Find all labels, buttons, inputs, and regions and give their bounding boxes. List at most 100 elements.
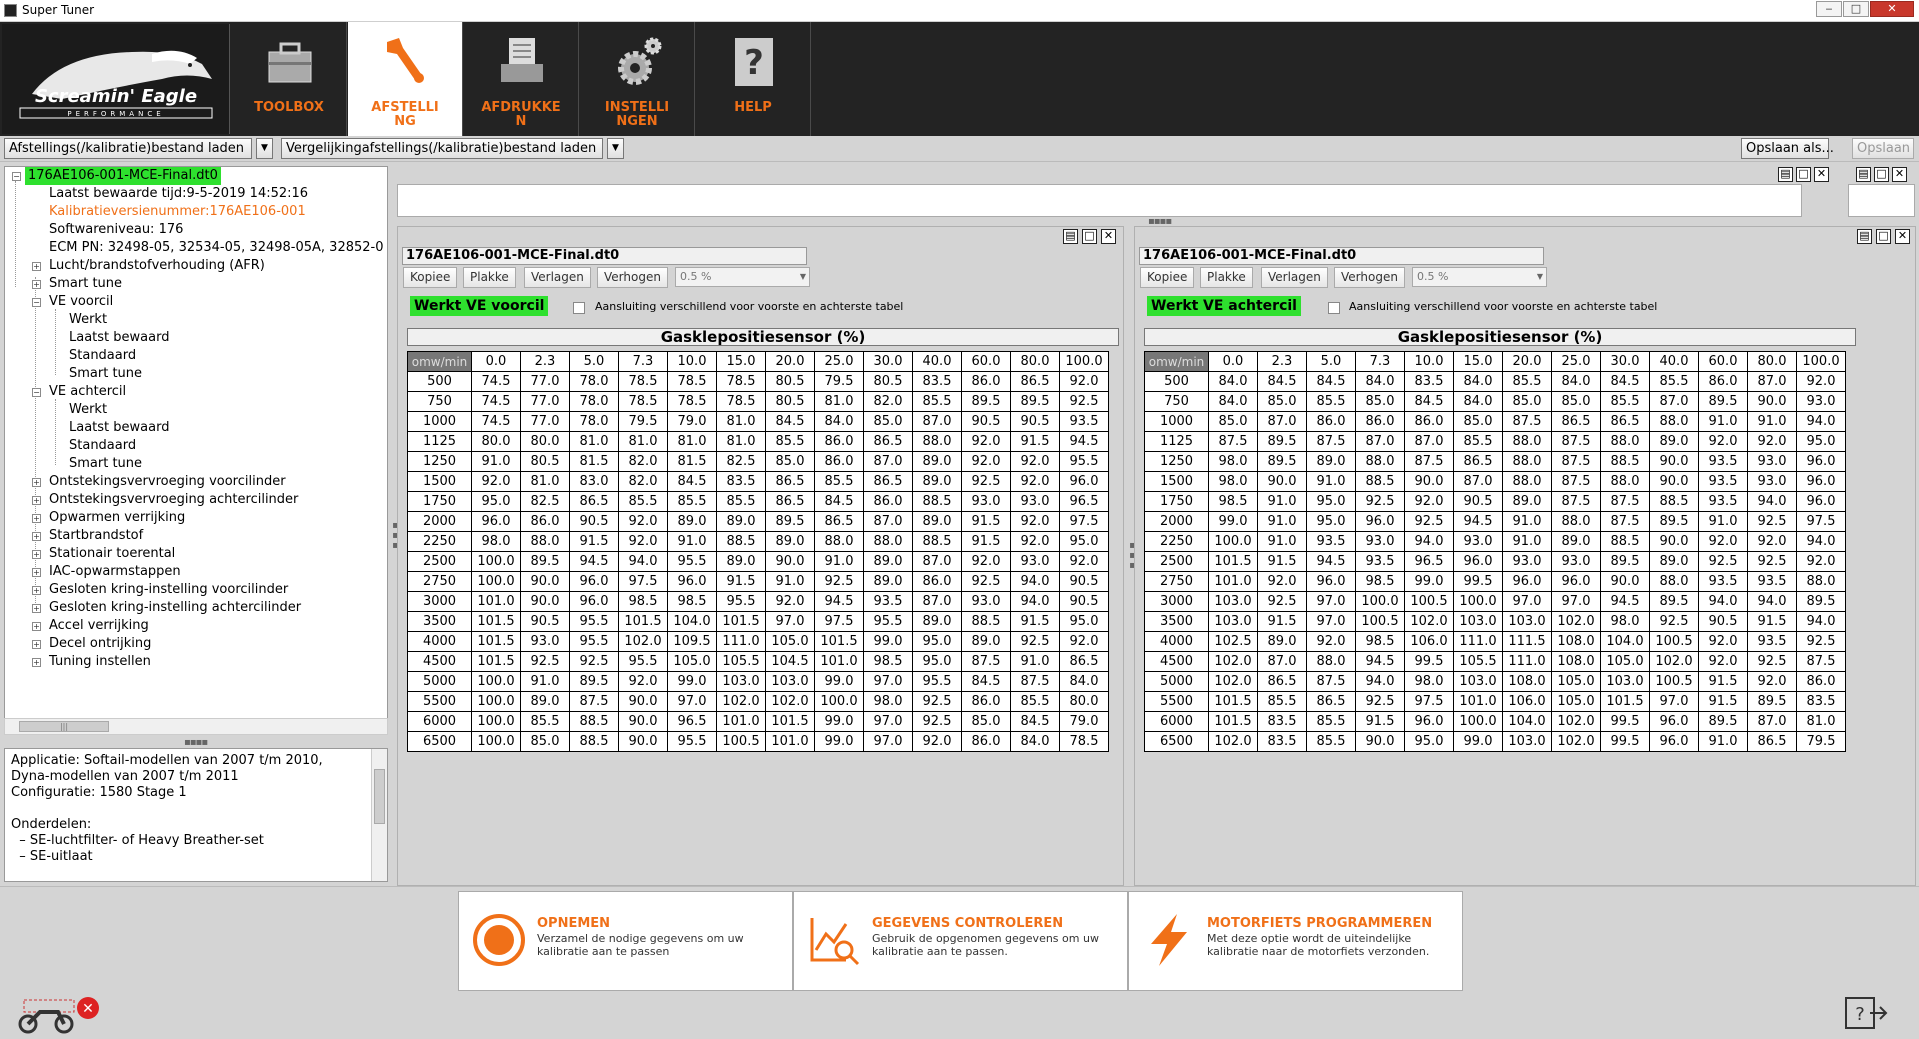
ve-cell[interactable]: 92.0 (1010, 531, 1060, 552)
ve-cell[interactable]: 92.5 (814, 571, 864, 592)
ve-cell[interactable]: 96.0 (1453, 551, 1503, 572)
ve-cell[interactable]: 90.5 (1698, 611, 1748, 632)
ve-cell[interactable]: 99.0 (667, 671, 717, 692)
ve-cell[interactable]: 93.5 (1355, 551, 1405, 572)
ve-cell[interactable]: 91.5 (1010, 611, 1060, 632)
tree-node-tuning-settings[interactable]: Tuning instellen (49, 653, 151, 671)
ve-cell[interactable]: 100.5 (1355, 611, 1405, 632)
ve-cell[interactable]: 90.0 (1747, 391, 1797, 412)
ve-cell[interactable]: 90.5 (1059, 571, 1109, 592)
ve-cell[interactable]: 87.5 (1404, 451, 1454, 472)
ve-cell[interactable]: 74.5 (471, 371, 521, 392)
tree-expand-decel[interactable]: + (32, 640, 41, 649)
ve-cell[interactable]: 88.0 (1649, 411, 1699, 432)
tree-node-closed-loop-rear[interactable]: Gesloten kring-instelling achtercilinder (49, 599, 301, 617)
ve-cell[interactable]: 91.0 (1257, 511, 1307, 532)
ve-cell[interactable]: 89.0 (912, 471, 962, 492)
ve-cell[interactable]: 97.0 (1649, 691, 1699, 712)
ve-cell[interactable]: 87.0 (912, 411, 962, 432)
ve-cell[interactable]: 88.5 (1600, 451, 1650, 472)
ve-cell[interactable]: 91.0 (1010, 651, 1060, 672)
tree-expand-ignition-front[interactable]: + (32, 478, 41, 487)
ve-cell[interactable]: 100.0 (1208, 531, 1258, 552)
ve-front-paste-button[interactable]: Plakke (463, 267, 516, 288)
ve-cell[interactable]: 105.5 (716, 651, 766, 672)
ve-cell[interactable]: 96.0 (471, 511, 521, 532)
ve-cell[interactable]: 81.5 (667, 451, 717, 472)
tree-root-collapse[interactable]: − (12, 172, 21, 181)
ve-cell[interactable]: 93.0 (1747, 471, 1797, 492)
ve-cell[interactable]: 111.0 (1453, 631, 1503, 652)
ve-cell[interactable]: 92.0 (1257, 571, 1307, 592)
ve-cell[interactable]: 94.0 (1796, 531, 1846, 552)
ve-cell[interactable]: 88.5 (569, 731, 619, 752)
ve-cell[interactable]: 85.5 (1010, 691, 1060, 712)
ve-cell[interactable]: 91.0 (1698, 731, 1748, 752)
ve-cell[interactable]: 95.5 (912, 671, 962, 692)
ve-cell[interactable]: 103.0 (1600, 671, 1650, 692)
ve-cell[interactable]: 94.5 (1355, 651, 1405, 672)
tree-expand-iac[interactable]: + (32, 568, 41, 577)
ve-cell[interactable]: 81.0 (814, 391, 864, 412)
ve-cell[interactable]: 87.5 (1010, 671, 1060, 692)
ve-cell[interactable]: 89.0 (520, 691, 570, 712)
ve-cell[interactable]: 92.0 (1059, 551, 1109, 572)
ve-cell[interactable]: 85.5 (1453, 431, 1503, 452)
ve-cell[interactable]: 86.0 (1306, 411, 1356, 432)
ve-cell[interactable]: 92.5 (1010, 631, 1060, 652)
ve-cell[interactable]: 83.5 (1257, 731, 1307, 752)
ve-cell[interactable]: 86.0 (520, 511, 570, 532)
ve-cell[interactable]: 78.5 (716, 371, 766, 392)
ve-cell[interactable]: 101.0 (471, 591, 521, 612)
ve-cell[interactable]: 89.5 (961, 391, 1011, 412)
save-as-button[interactable]: Opslaan als... (1741, 138, 1834, 159)
toolbar-afstelling[interactable]: AFSTELLI NG (348, 22, 463, 136)
ve-cell[interactable]: 94.0 (1796, 611, 1846, 632)
ve-cell[interactable]: 88.0 (1551, 511, 1601, 532)
ve-cell[interactable]: 94.5 (1600, 591, 1650, 612)
ve-cell[interactable]: 90.0 (765, 551, 815, 572)
ve-cell[interactable]: 105.0 (1551, 691, 1601, 712)
ve-cell[interactable]: 84.5 (1257, 371, 1307, 392)
ve-cell[interactable]: 86.5 (765, 471, 815, 492)
ve-rear-table[interactable]: omw/min 0.0 2.3 5.0 7.3 10.0 15.0 20.0 25.0 30.0 4… (1144, 351, 1846, 752)
ve-cell[interactable]: 90.0 (1649, 471, 1699, 492)
ve-cell[interactable]: 92.0 (1010, 511, 1060, 532)
ve-cell[interactable]: 86.0 (912, 571, 962, 592)
ve-rear-lower-button[interactable]: Verlagen (1261, 267, 1328, 288)
ve-cell[interactable]: 92.5 (1747, 651, 1797, 672)
ve-cell[interactable]: 84.0 (1453, 371, 1503, 392)
ve-cell[interactable]: 94.0 (1796, 411, 1846, 432)
ve-cell[interactable]: 90.5 (520, 611, 570, 632)
ve-cell[interactable]: 77.0 (520, 371, 570, 392)
ve-front-table[interactable]: omw/min 0.0 2.3 5.0 7.3 10.0 15.0 20.0 25.0 30.0 4… (407, 351, 1109, 752)
ve-cell[interactable]: 94.5 (814, 591, 864, 612)
ve-cell[interactable]: 96.0 (569, 571, 619, 592)
ve-cell[interactable]: 86.5 (863, 431, 913, 452)
ve-cell[interactable]: 88.0 (863, 531, 913, 552)
ve-cell[interactable]: 91.0 (1698, 511, 1748, 532)
ve-cell[interactable]: 94.0 (618, 551, 668, 572)
ve-cell[interactable]: 85.5 (1257, 691, 1307, 712)
ve-cell[interactable]: 98.0 (1404, 671, 1454, 692)
ve-cell[interactable]: 80.5 (765, 371, 815, 392)
ve-cell[interactable]: 79.0 (1059, 711, 1109, 732)
ve-cell[interactable]: 96.0 (1796, 491, 1846, 512)
ve-cell[interactable]: 98.5 (618, 591, 668, 612)
ve-cell[interactable]: 85.5 (765, 431, 815, 452)
ve-cell[interactable]: 94.0 (1010, 571, 1060, 592)
ve-cell[interactable]: 102.0 (1404, 611, 1454, 632)
tree-root-file[interactable]: 176AE106-001-MCE-Final.dt0 (25, 167, 221, 185)
ve-cell[interactable]: 93.0 (1551, 551, 1601, 572)
ve-cell[interactable]: 102.0 (1649, 651, 1699, 672)
ve-cell[interactable]: 89.5 (1010, 391, 1060, 412)
ve-cell[interactable]: 89.5 (1796, 591, 1846, 612)
ve-cell[interactable]: 89.0 (1551, 531, 1601, 552)
ve-cell[interactable]: 91.5 (569, 531, 619, 552)
ve-cell[interactable]: 95.0 (1404, 731, 1454, 752)
ve-cell[interactable]: 86.5 (1257, 671, 1307, 692)
ve-cell[interactable]: 91.0 (471, 451, 521, 472)
ve-cell[interactable]: 78.5 (667, 371, 717, 392)
ve-cell[interactable]: 96.0 (1404, 711, 1454, 732)
ve-cell[interactable]: 99.0 (1208, 511, 1258, 532)
